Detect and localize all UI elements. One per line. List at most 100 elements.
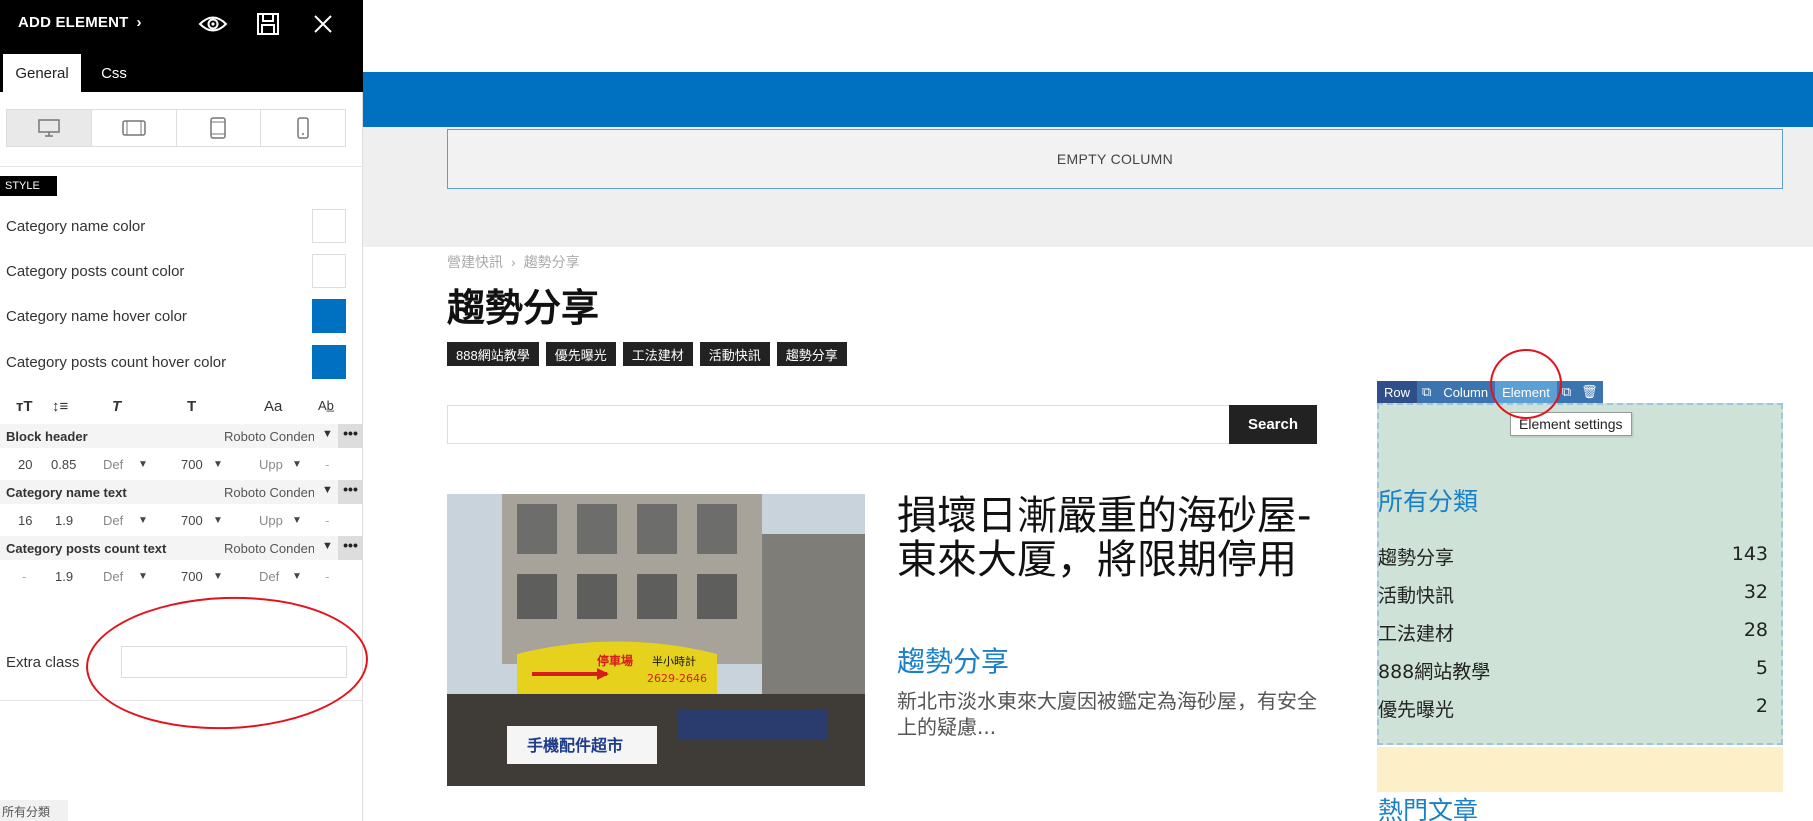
typography-values: - 1.9 Def ▼ 700 ▼ Def ▼ - [0, 561, 363, 591]
chevron-down-icon[interactable]: ▼ [292, 571, 302, 582]
font-size-input[interactable]: - [22, 569, 26, 584]
color-swatch[interactable] [312, 254, 346, 288]
font-size-icon: ᴛT [16, 398, 33, 415]
category-item[interactable]: 優先曝光 2 [1378, 695, 1768, 733]
breadcrumb-item[interactable]: 營建快訊 [447, 254, 503, 270]
category-name: 工法建材 [1378, 623, 1455, 645]
sign-text: 2629-2646 [647, 672, 707, 685]
category-item[interactable]: 工法建材 28 [1378, 619, 1768, 657]
tablet-landscape-icon[interactable] [92, 110, 177, 146]
tag-link[interactable]: 趨勢分享 [776, 342, 847, 366]
post-category-link[interactable]: 趨勢分享 [897, 640, 1009, 680]
category-list: 趨勢分享 143 活動快訊 32 工法建材 28 888網站教學 5 優先曝光 2 [1378, 543, 1768, 733]
panel-title-label: ADD ELEMENT [18, 14, 129, 31]
category-name-color-row: Category name color [6, 209, 346, 243]
category-count: 32 [1743, 581, 1768, 603]
desktop-icon[interactable] [7, 110, 92, 146]
breadcrumb-item[interactable]: 趨勢分享 [524, 254, 580, 270]
row-button[interactable]: Row [1377, 381, 1418, 403]
search-input[interactable] [447, 405, 1230, 444]
line-height-input[interactable]: 1.9 [55, 569, 73, 584]
category-posts-count-hover-color-row: Category posts count hover color [6, 345, 346, 379]
tab-general[interactable]: General [3, 54, 81, 92]
text-transform-select[interactable]: Upp [259, 513, 283, 528]
category-name: 888網站教學 [1378, 661, 1491, 683]
chevron-down-icon[interactable]: ▼ [322, 540, 333, 552]
font-style-select[interactable]: Def [103, 569, 123, 584]
chevron-down-icon[interactable]: ▼ [138, 459, 148, 470]
close-icon[interactable] [308, 10, 338, 38]
mobile-icon[interactable] [261, 110, 345, 146]
line-height-input[interactable]: 0.85 [51, 457, 76, 472]
chevron-right-icon: › [136, 14, 142, 31]
color-swatch[interactable] [312, 209, 346, 243]
font-weight-select[interactable]: 700 [181, 569, 203, 584]
chevron-down-icon[interactable]: ▼ [322, 428, 333, 440]
category-count: 2 [1755, 695, 1768, 717]
empty-column[interactable]: EMPTY COLUMN [447, 129, 1783, 189]
color-swatch[interactable] [312, 299, 346, 333]
site-header-bar [363, 72, 1813, 127]
category-name: 趨勢分享 [1378, 547, 1455, 569]
color-swatch[interactable] [312, 345, 346, 379]
post-title[interactable]: 損壞日漸嚴重的海砂屋-東來大厦，將限期停用 [897, 494, 1317, 582]
chevron-down-icon[interactable]: ▼ [292, 515, 302, 526]
chevron-down-icon[interactable]: ▼ [322, 484, 333, 496]
post-thumbnail[interactable]: 停車場 半小時計 2629-2646 手機配件超市 [447, 494, 865, 786]
font-size-input[interactable]: 16 [18, 513, 32, 528]
column-button[interactable]: Column [1436, 381, 1496, 403]
font-style-select[interactable]: Def [103, 457, 123, 472]
typography-category-name-text: Category name text Roboto Condensed ▼ ••… [0, 480, 363, 504]
tablet-portrait-icon[interactable] [177, 110, 262, 146]
line-height-input[interactable]: 1.9 [55, 513, 73, 528]
font-family-select[interactable]: Roboto Condensed [224, 429, 314, 444]
copy-icon[interactable]: ⧉ [1417, 381, 1437, 403]
category-name: 活動快訊 [1378, 585, 1455, 607]
font-weight-select[interactable]: 700 [181, 513, 203, 528]
font-style-icon: T [112, 398, 122, 415]
category-item[interactable]: 趨勢分享 143 [1378, 543, 1768, 581]
text-transform-select[interactable]: Def [259, 569, 279, 584]
tag-link[interactable]: 活動快訊 [699, 342, 770, 366]
add-element-button[interactable]: ADD ELEMENT › [18, 14, 142, 31]
typography-values: 16 1.9 Def ▼ 700 ▼ Upp ▼ - [0, 505, 363, 535]
save-icon[interactable] [253, 10, 283, 38]
chevron-down-icon[interactable]: ▼ [213, 459, 223, 470]
font-weight-select[interactable]: 700 [181, 457, 203, 472]
color-label: Category posts count hover color [6, 353, 227, 371]
tag-link[interactable]: 888網站教學 [447, 342, 539, 366]
eye-icon[interactable] [198, 10, 228, 38]
font-size-input[interactable]: 20 [18, 457, 32, 472]
chevron-down-icon[interactable]: ▼ [292, 459, 302, 470]
chevron-down-icon[interactable]: ▼ [138, 571, 148, 582]
chevron-down-icon[interactable]: ▼ [213, 515, 223, 526]
category-item[interactable]: 888網站教學 5 [1378, 657, 1768, 695]
tag-link[interactable]: 工法建材 [622, 342, 693, 366]
letter-spacing-input[interactable]: - [325, 569, 329, 584]
search-button[interactable]: Search [1229, 405, 1317, 444]
chevron-down-icon[interactable]: ▼ [138, 515, 148, 526]
more-options-icon[interactable]: ••• [338, 536, 363, 560]
more-options-icon[interactable]: ••• [338, 424, 363, 448]
empty-column-label: EMPTY COLUMN [1056, 151, 1174, 167]
typography-name: Category name text [6, 485, 127, 500]
element-path-breadcrumb[interactable]: 所有分類 [0, 800, 68, 821]
font-family-select[interactable]: Roboto Condensed [224, 485, 314, 500]
color-label: Category name color [6, 217, 146, 235]
tab-css-label: Css [101, 64, 127, 82]
placeholder-area [1377, 747, 1783, 792]
tag-link[interactable]: 優先曝光 [545, 342, 616, 366]
sign-text: 手機配件超市 [527, 736, 623, 755]
post-excerpt: 新北市淡水東來大廈因被鑑定為海砂屋，有安全上的疑慮... [897, 689, 1317, 739]
more-options-icon[interactable]: ••• [338, 480, 363, 504]
letter-spacing-input[interactable]: - [325, 513, 329, 528]
category-item[interactable]: 活動快訊 32 [1378, 581, 1768, 619]
font-family-select[interactable]: Roboto Condensed [224, 541, 314, 556]
category-name: 優先曝光 [1378, 699, 1455, 721]
chevron-down-icon[interactable]: ▼ [213, 571, 223, 582]
font-style-select[interactable]: Def [103, 513, 123, 528]
trash-icon[interactable]: 🗑 [1576, 381, 1603, 403]
tab-css[interactable]: Css [90, 54, 138, 92]
text-transform-select[interactable]: Upp [259, 457, 283, 472]
letter-spacing-input[interactable]: - [325, 457, 329, 472]
